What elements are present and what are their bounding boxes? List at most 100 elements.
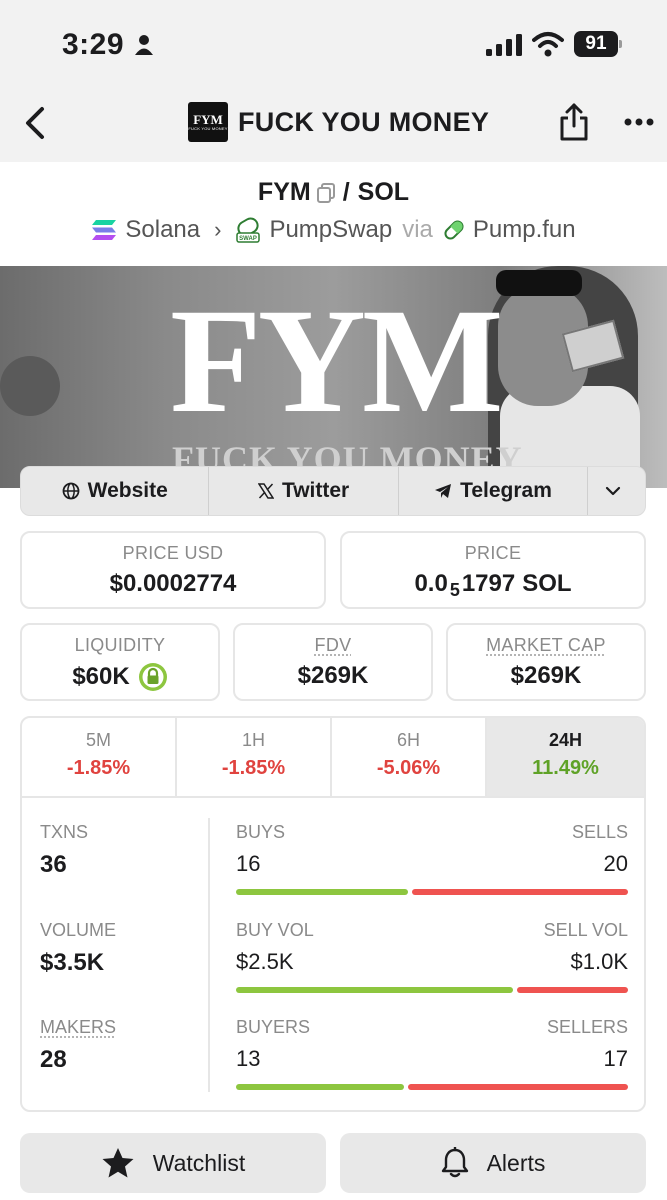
price-native-subscript: 5 <box>449 579 460 600</box>
chevron-down-icon <box>605 486 620 496</box>
lock-icon[interactable] <box>138 662 168 692</box>
market-cap-label-wrap[interactable]: MARKET CAP <box>448 635 644 656</box>
tab-label: 5M <box>85 730 111 750</box>
volume-value: $3.5K <box>40 949 105 976</box>
tab-24h[interactable]: 24H 11.49% <box>487 718 644 796</box>
makers-label-wrap[interactable]: MAKERS <box>40 1017 116 1038</box>
chain-network[interactable]: Solana <box>125 216 200 244</box>
x-logo-icon <box>257 483 274 499</box>
twitter-label: Twitter <box>281 479 350 502</box>
tab-label: 24H <box>548 730 582 750</box>
chain-launchpad[interactable]: Pump.fun <box>473 216 576 244</box>
more-options-icon[interactable] <box>624 118 654 126</box>
tab-change-value: -1.85% <box>66 757 131 779</box>
buy-vol-value: $2.5K <box>236 949 294 974</box>
buyers-bar <box>236 1084 404 1090</box>
makers-stat: MAKERS 28 <box>40 1017 116 1074</box>
sells-bar <box>412 889 628 895</box>
star-icon <box>102 1148 134 1178</box>
pair-base-token: FYM <box>257 178 311 206</box>
token-banner: FYM FUCK YOU MONEY <box>0 266 667 488</box>
links-bar: Website Twitter Telegram <box>20 466 646 516</box>
pumpswap-icon: SWAP <box>236 217 261 243</box>
liquidity-value: $60K <box>72 663 130 690</box>
txns-label: TXNS <box>40 822 89 842</box>
alerts-button[interactable]: Alerts <box>340 1133 646 1193</box>
sellers-label: SELLERS <box>546 1017 628 1037</box>
tab-1h[interactable]: 1H -1.85% <box>177 718 332 796</box>
via-label: via <box>402 216 433 243</box>
more-links-button[interactable] <box>588 467 645 515</box>
solana-icon <box>92 220 117 240</box>
buys-label: BUYS <box>236 822 286 842</box>
sells-label: SELLS <box>571 822 628 842</box>
telegram-label: Telegram <box>460 479 552 502</box>
sell-vol-bar <box>517 987 628 993</box>
makers-label[interactable]: MAKERS <box>40 1017 116 1037</box>
buyers-sellers-bar <box>236 1084 628 1090</box>
share-icon[interactable] <box>558 102 590 142</box>
sell-vol-label: SELL VOL <box>543 920 628 940</box>
buy-vol-label: BUY VOL <box>236 920 314 940</box>
price-native-label: PRICE <box>464 543 522 563</box>
token-logo-subtext: FUCK YOU MONEY <box>188 125 228 131</box>
globe-icon <box>62 482 80 500</box>
market-cap-value: $269K <box>510 662 582 689</box>
price-native-card: PRICE 0.0 5 1797 SOL <box>340 531 646 609</box>
buys-sells-stat: BUYS SELLS 16 20 <box>236 822 628 895</box>
back-chevron-icon[interactable] <box>22 106 48 140</box>
sellers-value: 17 <box>603 1046 628 1071</box>
market-cap-label[interactable]: MARKET CAP <box>486 635 606 655</box>
chain-breadcrumb: Solana › SWAP PumpSwap via Pump.fun <box>0 216 667 244</box>
price-usd-card: PRICE USD $0.0002774 <box>20 531 326 609</box>
volume-label: VOLUME <box>40 920 117 940</box>
telegram-button[interactable]: Telegram <box>399 467 589 515</box>
website-button[interactable]: Website <box>21 467 210 515</box>
price-native-prefix: 0.0 <box>414 570 448 597</box>
twitter-button[interactable]: Twitter <box>209 467 399 515</box>
fdv-label[interactable]: FDV <box>315 635 352 655</box>
battery-level: 91 <box>574 31 618 57</box>
market-cap-card: MARKET CAP $269K <box>446 623 646 701</box>
liquidity-value-row: $60K <box>22 662 218 692</box>
status-time: 3:29 <box>62 28 125 61</box>
tab-change-value: -5.06% <box>376 757 441 779</box>
wifi-icon <box>532 32 564 57</box>
buyers-sellers-stat: BUYERS SELLERS 13 17 <box>236 1017 628 1090</box>
status-bar: 3:29 91 <box>0 0 667 90</box>
copy-address-icon[interactable] <box>316 182 335 203</box>
buyers-label: BUYERS <box>236 1017 311 1037</box>
buy-sell-volume-bar <box>236 987 628 993</box>
buyers-value: 13 <box>236 1046 261 1071</box>
pair-quote-token: SOL <box>357 178 410 206</box>
pair-header: FYM / SOL <box>0 178 667 207</box>
buys-bar <box>236 889 408 895</box>
tab-label: 1H <box>241 730 265 750</box>
tab-label: 6H <box>396 730 420 750</box>
price-native-value: 0.0 5 1797 SOL <box>342 570 644 600</box>
timeframe-tabs: 5M -1.85% 1H -1.85% 6H -5.06% 24H 11.49% <box>22 718 644 798</box>
chain-dex[interactable]: PumpSwap <box>269 216 392 244</box>
tab-6h[interactable]: 6H -5.06% <box>332 718 487 796</box>
buy-sell-volume-stat: BUY VOL SELL VOL $2.5K $1.0K <box>236 920 628 993</box>
fdv-label-wrap[interactable]: FDV <box>235 635 431 656</box>
chevron-right-icon: › <box>214 217 222 242</box>
liquidity-card: LIQUIDITY $60K <box>20 623 220 701</box>
banner-title: FYM <box>170 278 504 444</box>
watchlist-button[interactable]: Watchlist <box>20 1133 326 1193</box>
buys-sells-bar <box>236 889 628 895</box>
person-icon <box>135 35 153 55</box>
buy-vol-bar <box>236 987 513 993</box>
svg-text:SWAP: SWAP <box>240 236 258 242</box>
sell-vol-value: $1.0K <box>570 949 629 974</box>
stats-divider <box>208 818 210 1092</box>
signal-icon <box>486 34 522 56</box>
stats-panel: 5M -1.85% 1H -1.85% 6H -5.06% 24H 11.49%… <box>20 716 646 1112</box>
pumpfun-pill-icon <box>444 220 464 240</box>
telegram-icon <box>435 484 452 498</box>
txns-value: 36 <box>40 851 67 878</box>
tab-5m[interactable]: 5M -1.85% <box>22 718 177 796</box>
sells-value: 20 <box>603 851 628 876</box>
banner-photo-glasses <box>496 270 582 296</box>
nav-title-group: FYM FUCK YOU MONEY FUCK YOU MONEY <box>188 101 489 143</box>
